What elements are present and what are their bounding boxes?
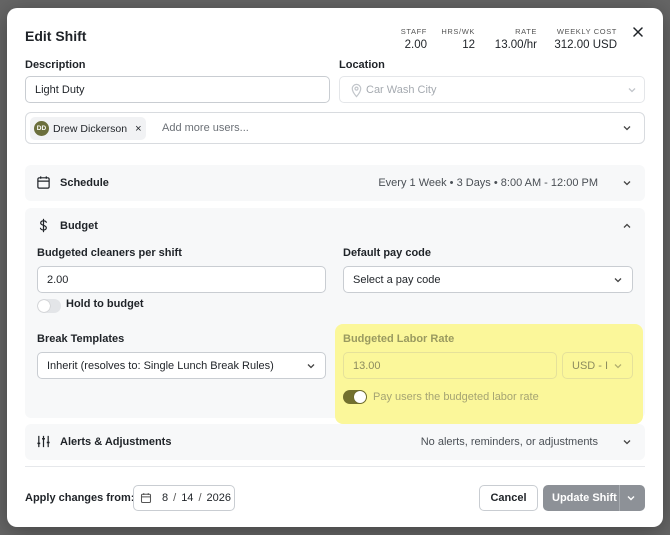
alerts-section[interactable]: Alerts & Adjustments No alerts, reminder… xyxy=(25,424,645,460)
chevron-down-icon xyxy=(622,437,632,447)
break-templates-select[interactable]: Inherit (resolves to: Single Lunch Break… xyxy=(37,352,326,379)
chevron-down-icon xyxy=(613,361,623,371)
stat-label: HRS/WK xyxy=(441,27,475,36)
schedule-title: Schedule xyxy=(60,177,109,189)
calendar-icon xyxy=(36,175,51,190)
chevron-up-icon[interactable] xyxy=(622,221,632,231)
date-separator: / xyxy=(173,492,177,504)
remove-user-icon[interactable]: × xyxy=(135,123,141,135)
avatar: DD xyxy=(34,121,49,136)
user-chip-name: Drew Dickerson xyxy=(53,122,128,135)
footer-divider xyxy=(25,466,645,467)
toggle-knob xyxy=(354,391,366,403)
calendar-icon xyxy=(140,492,152,504)
labor-rate-input[interactable]: 13.00 xyxy=(343,352,557,379)
cancel-button[interactable]: Cancel xyxy=(479,485,538,511)
stat-label: RATE xyxy=(515,27,537,36)
alerts-title: Alerts & Adjustments xyxy=(60,436,172,448)
close-icon[interactable] xyxy=(630,24,646,40)
date-month[interactable]: 8 xyxy=(162,492,168,504)
location-select[interactable]: Car Wash City xyxy=(339,76,645,103)
stat-value: 12 xyxy=(462,39,475,51)
chevron-down-icon xyxy=(306,361,316,371)
paycode-select[interactable]: Select a pay code xyxy=(343,266,633,293)
schedule-section[interactable]: Schedule Every 1 Week • 3 Days • 8:00 AM… xyxy=(25,165,645,201)
edit-shift-modal: Edit Shift STAFF 2.00 HRS/WK 12 RATE 13.… xyxy=(7,8,663,527)
labor-rate-label: Budgeted Labor Rate xyxy=(343,333,455,345)
users-multiselect[interactable]: DD Drew Dickerson × Add more users... xyxy=(25,112,645,144)
break-templates-value: Inherit (resolves to: Single Lunch Break… xyxy=(47,359,274,372)
button-split-divider xyxy=(619,485,620,511)
stat-weekly-cost: WEEKLY COST 312.00 USD xyxy=(545,27,617,51)
map-pin-icon xyxy=(349,83,362,98)
stat-value: 2.00 xyxy=(404,39,427,51)
labor-rate-value: 13.00 xyxy=(353,359,381,372)
schedule-summary: Every 1 Week • 3 Days • 8:00 AM - 12:00 … xyxy=(378,177,598,189)
stat-label: WEEKLY COST xyxy=(556,27,617,36)
apply-changes-label: Apply changes from: xyxy=(25,492,135,504)
budget-title: Budget xyxy=(60,220,98,232)
users-placeholder: Add more users... xyxy=(162,122,249,134)
cancel-button-label: Cancel xyxy=(490,492,527,504)
pay-budgeted-rate-label: Pay users the budgeted labor rate xyxy=(373,391,539,403)
user-chip: DD Drew Dickerson × xyxy=(30,117,146,140)
location-label: Location xyxy=(339,59,385,71)
cleaners-input[interactable]: 2.00 xyxy=(37,266,326,293)
chevron-down-icon xyxy=(622,178,632,188)
toggle-knob xyxy=(38,300,50,312)
hold-to-budget-toggle[interactable] xyxy=(37,299,61,313)
break-templates-label: Break Templates xyxy=(37,333,125,345)
date-separator: / xyxy=(198,492,202,504)
paycode-label: Default pay code xyxy=(343,247,432,259)
chevron-down-icon xyxy=(627,85,637,95)
stat-rate: RATE 13.00/hr xyxy=(483,27,537,51)
stat-staff: STAFF 2.00 xyxy=(382,27,427,51)
description-label: Description xyxy=(25,59,86,71)
location-placeholder: Car Wash City xyxy=(366,83,437,96)
chevron-down-icon[interactable] xyxy=(622,123,632,133)
modal-title: Edit Shift xyxy=(25,28,87,44)
stat-value: 312.00 USD xyxy=(554,39,617,51)
cleaners-label: Budgeted cleaners per shift xyxy=(37,247,182,259)
update-shift-label: Update Shift xyxy=(552,492,617,504)
update-shift-button[interactable]: Update Shift xyxy=(543,485,645,511)
sliders-icon xyxy=(36,434,51,449)
stat-hours-per-week: HRS/WK 12 xyxy=(435,27,475,51)
alerts-summary: No alerts, reminders, or adjustments xyxy=(420,436,598,448)
date-year[interactable]: 2026 xyxy=(207,492,231,504)
description-value: Light Duty xyxy=(35,83,85,96)
apply-date-input[interactable]: 8 / 14 / 2026 xyxy=(133,485,235,511)
currency-value: USD - I xyxy=(572,359,609,372)
date-day[interactable]: 14 xyxy=(181,492,193,504)
cleaners-value: 2.00 xyxy=(47,273,69,286)
stat-label: STAFF xyxy=(400,27,427,36)
chevron-down-icon xyxy=(613,275,623,285)
pay-budgeted-rate-toggle[interactable] xyxy=(343,390,367,404)
chevron-down-icon[interactable] xyxy=(626,493,636,503)
description-input[interactable]: Light Duty xyxy=(25,76,330,103)
paycode-value: Select a pay code xyxy=(353,273,441,286)
dollar-icon xyxy=(36,218,51,233)
currency-select[interactable]: USD - I xyxy=(562,352,633,379)
stat-value: 13.00/hr xyxy=(494,39,537,51)
hold-to-budget-label: Hold to budget xyxy=(66,298,144,310)
